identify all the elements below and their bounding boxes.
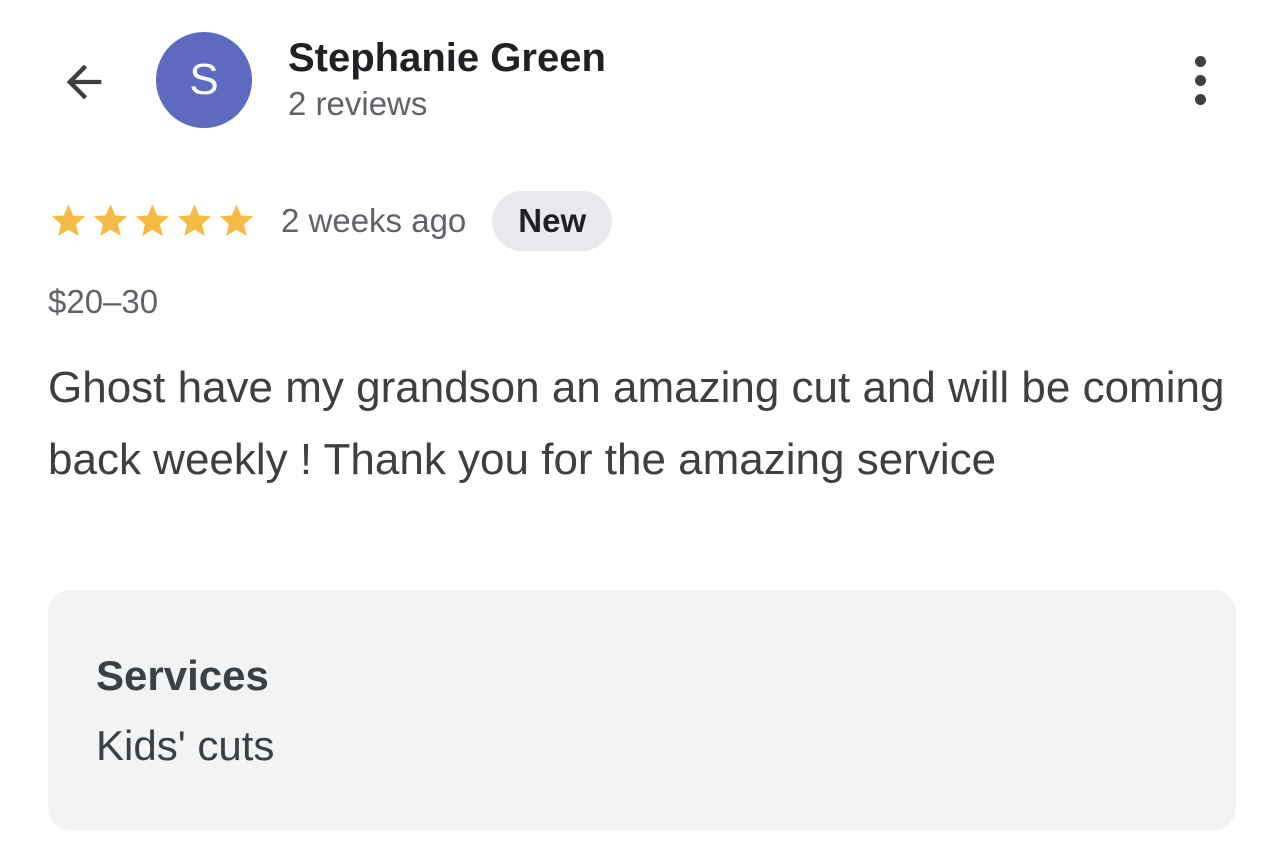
star-icon xyxy=(135,204,170,236)
services-value: Kids' cuts xyxy=(96,722,275,769)
avatar[interactable]: S xyxy=(156,32,252,128)
price-range: $20–30 xyxy=(48,283,159,320)
new-badge: New xyxy=(492,191,613,251)
star-icon xyxy=(177,204,212,236)
rating-row: 2 weeks ago New xyxy=(48,190,613,252)
star-icon xyxy=(51,204,86,236)
back-button[interactable] xyxy=(56,54,112,110)
review-text: Ghost have my grandson an amazing cut an… xyxy=(48,363,1225,484)
more-vert-icon xyxy=(1194,55,1206,67)
avatar-letter: S xyxy=(189,55,219,104)
more-vert-icon-dot xyxy=(1194,74,1206,86)
services-heading: Services xyxy=(96,652,269,699)
services-card: Services Kids' cuts xyxy=(48,590,1236,830)
review-count: 2 reviews xyxy=(288,85,428,122)
more-options-button[interactable] xyxy=(1176,50,1224,110)
more-vert-icon-dot xyxy=(1194,93,1206,105)
arrow-back-icon xyxy=(66,64,102,100)
star-icon xyxy=(93,204,128,236)
review-time: 2 weeks ago xyxy=(281,202,467,239)
reviewer-name[interactable]: Stephanie Green xyxy=(288,34,606,82)
star-icon xyxy=(219,204,254,236)
star-rating xyxy=(48,201,257,241)
